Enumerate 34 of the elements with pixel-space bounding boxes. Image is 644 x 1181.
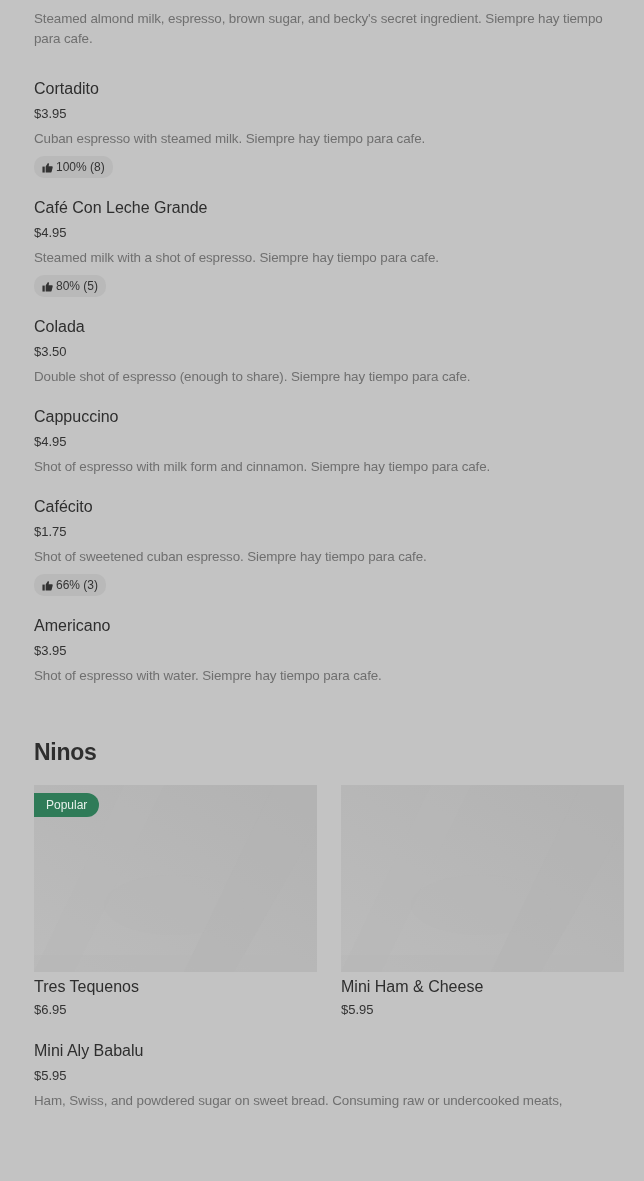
item-name[interactable]: Colada [34, 317, 624, 337]
item-description: Steamed almond milk, espresso, brown sugar, and becky's secret ingredient. Siempre hay tiempo para cafe. [34, 10, 604, 48]
item-price: $5.95 [34, 1067, 68, 1085]
item-name[interactable]: Cafécito [34, 497, 624, 517]
rating-text: 80% (5) [56, 278, 99, 294]
item-description: Shot of espresso with milk form and cinnamon. Siempre hay tiempo para cafe. [34, 458, 492, 476]
item-name[interactable]: Mini Aly Babalu [34, 1041, 624, 1061]
item-name[interactable]: Café Con Leche Grande [34, 198, 624, 218]
item-description: Cuban espresso with steamed milk. Siempre hay tiempo para cafe. [34, 130, 427, 148]
thumbs-up-icon [42, 161, 53, 173]
item-price: $4.95 [34, 433, 68, 451]
item-price: $4.95 [34, 224, 68, 242]
section-heading: Ninos [34, 738, 98, 766]
item-description: Double shot of espresso (enough to share). Siempre hay tiempo para cafe. [34, 368, 472, 386]
item-name[interactable]: Cortadito [34, 79, 624, 99]
item-name[interactable]: Cappuccino [34, 407, 624, 427]
item-price: $5.95 [341, 1001, 375, 1019]
item-name[interactable]: Tres Tequenos [34, 978, 317, 996]
item-price: $3.50 [34, 343, 68, 361]
item-price: $3.95 [34, 642, 68, 660]
thumbs-up-icon [42, 579, 53, 591]
item-price: $1.75 [34, 523, 68, 541]
item-description: Ham, Swiss, and powdered sugar on sweet bread. Consuming raw or undercooked meats, [34, 1092, 564, 1110]
item-name[interactable]: Mini Ham & Cheese [341, 978, 624, 996]
item-description: Steamed milk with a shot of espresso. Siempre hay tiempo para cafe. [34, 249, 440, 267]
item-name[interactable]: Americano [34, 616, 624, 636]
popular-badge: Popular [34, 793, 100, 817]
rating-text: 66% (3) [56, 577, 99, 593]
thumbs-up-icon [42, 280, 53, 292]
item-description: Shot of espresso with water. Siempre hay tiempo para cafe. [34, 667, 383, 685]
item-description: Shot of sweetened cuban espresso. Siempre hay tiempo para cafe. [34, 548, 428, 566]
item-price: $3.95 [34, 105, 68, 123]
item-price: $6.95 [34, 1001, 68, 1019]
rating-text: 100% (8) [56, 159, 105, 175]
